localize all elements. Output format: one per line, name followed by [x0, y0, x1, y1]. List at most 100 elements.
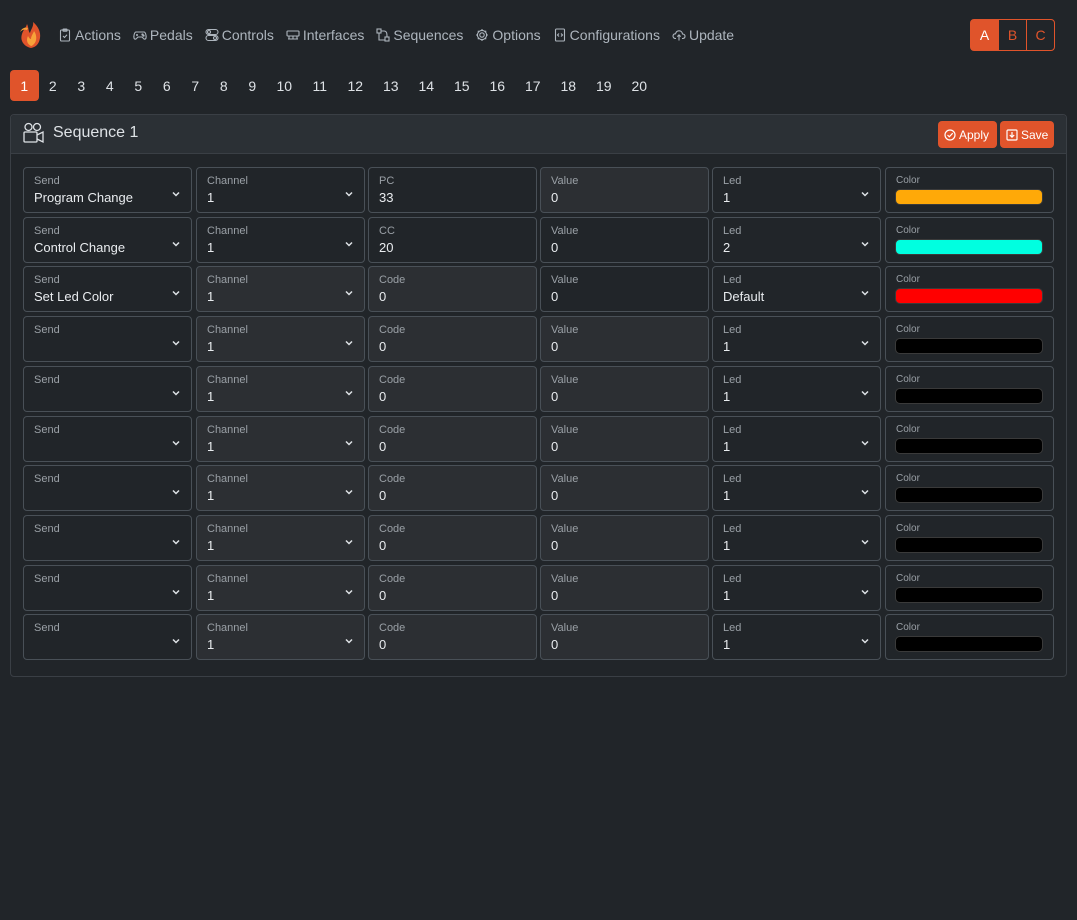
code-input[interactable]: Code 0: [368, 564, 537, 611]
page-link-8[interactable]: 8: [210, 70, 239, 101]
value-input[interactable]: Value 0: [540, 316, 709, 363]
channel-select[interactable]: Channel 1: [196, 564, 365, 611]
color-swatch[interactable]: [895, 238, 1043, 255]
channel-select[interactable]: Channel 1: [196, 465, 365, 512]
page-link-19[interactable]: 19: [586, 70, 622, 101]
color-picker[interactable]: Color: [885, 365, 1054, 412]
color-picker[interactable]: Color: [885, 216, 1054, 263]
phoenix-logo-icon[interactable]: [18, 21, 44, 49]
code-input[interactable]: Code 0: [368, 266, 537, 313]
value-input[interactable]: Value 0: [540, 465, 709, 512]
page-link-18[interactable]: 18: [551, 70, 587, 101]
send-select[interactable]: Send Program Change: [23, 167, 192, 213]
page-link-6[interactable]: 6: [153, 70, 182, 101]
led-select[interactable]: Led 1: [712, 564, 881, 611]
value-input[interactable]: Value 0: [540, 614, 709, 661]
color-swatch[interactable]: [895, 189, 1043, 205]
channel-select[interactable]: Channel 1: [196, 316, 365, 363]
color-picker[interactable]: Color: [885, 415, 1054, 462]
led-select[interactable]: Led 1: [712, 465, 881, 512]
code-input[interactable]: Code 0: [368, 514, 537, 561]
send-select[interactable]: Send Set Led Color: [23, 266, 192, 313]
color-swatch[interactable]: [895, 636, 1043, 653]
channel-select[interactable]: Channel 1: [196, 216, 365, 263]
value-input[interactable]: Value 0: [540, 167, 709, 213]
bank-button-b[interactable]: B: [998, 19, 1027, 51]
bank-button-a[interactable]: A: [970, 19, 999, 51]
nav-item-configurations[interactable]: Configurations: [553, 27, 660, 43]
send-select[interactable]: Send: [23, 614, 192, 661]
color-swatch[interactable]: [895, 536, 1043, 553]
value-input[interactable]: Value 0: [540, 216, 709, 263]
channel-select[interactable]: Channel 1: [196, 415, 365, 462]
led-select[interactable]: Led 1: [712, 365, 881, 412]
led-select[interactable]: Led 2: [712, 216, 881, 263]
color-picker[interactable]: Color: [885, 564, 1054, 611]
send-select[interactable]: Send: [23, 465, 192, 512]
channel-select[interactable]: Channel 1: [196, 266, 365, 313]
page-link-2[interactable]: 2: [39, 70, 68, 101]
page-link-1[interactable]: 1: [10, 70, 39, 101]
page-link-5[interactable]: 5: [124, 70, 153, 101]
led-select[interactable]: Led 1: [712, 514, 881, 561]
color-picker[interactable]: Color: [885, 167, 1054, 213]
color-picker[interactable]: Color: [885, 316, 1054, 363]
nav-item-interfaces[interactable]: Interfaces: [286, 27, 364, 43]
code-input[interactable]: CC 20: [368, 216, 537, 263]
page-link-10[interactable]: 10: [267, 70, 303, 101]
led-select[interactable]: Led Default: [712, 266, 881, 313]
apply-button[interactable]: Apply: [938, 121, 997, 148]
page-link-11[interactable]: 11: [302, 70, 338, 101]
page-link-13[interactable]: 13: [373, 70, 409, 101]
send-select[interactable]: Send: [23, 564, 192, 611]
save-button[interactable]: Save: [1000, 121, 1054, 148]
send-select[interactable]: Send: [23, 415, 192, 462]
page-link-20[interactable]: 20: [622, 70, 658, 101]
code-input[interactable]: PC 33: [368, 167, 537, 213]
color-picker[interactable]: Color: [885, 465, 1054, 512]
nav-item-options[interactable]: Options: [475, 27, 541, 43]
led-select[interactable]: Led 1: [712, 167, 881, 213]
led-select[interactable]: Led 1: [712, 415, 881, 462]
code-input[interactable]: Code 0: [368, 316, 537, 363]
color-swatch[interactable]: [895, 387, 1043, 404]
color-swatch[interactable]: [895, 487, 1043, 504]
page-link-17[interactable]: 17: [515, 70, 551, 101]
bank-button-c[interactable]: C: [1026, 19, 1055, 51]
code-input[interactable]: Code 0: [368, 614, 537, 661]
value-input[interactable]: Value 0: [540, 564, 709, 611]
send-select[interactable]: Send: [23, 316, 192, 363]
nav-item-sequences[interactable]: Sequences: [376, 27, 463, 43]
value-input[interactable]: Value 0: [540, 415, 709, 462]
code-input[interactable]: Code 0: [368, 365, 537, 412]
led-select[interactable]: Led 1: [712, 316, 881, 363]
page-link-12[interactable]: 12: [338, 70, 374, 101]
channel-select[interactable]: Channel 1: [196, 365, 365, 412]
page-link-7[interactable]: 7: [181, 70, 210, 101]
send-select[interactable]: Send: [23, 514, 192, 561]
channel-select[interactable]: Channel 1: [196, 614, 365, 661]
nav-item-controls[interactable]: Controls: [205, 27, 274, 43]
color-swatch[interactable]: [895, 586, 1043, 603]
value-input[interactable]: Value 0: [540, 514, 709, 561]
page-link-16[interactable]: 16: [480, 70, 516, 101]
color-picker[interactable]: Color: [885, 614, 1054, 661]
color-picker[interactable]: Color: [885, 266, 1054, 313]
channel-select[interactable]: Channel 1: [196, 514, 365, 561]
color-picker[interactable]: Color: [885, 514, 1054, 561]
page-link-3[interactable]: 3: [67, 70, 96, 101]
page-link-4[interactable]: 4: [96, 70, 125, 101]
send-select[interactable]: Send Control Change: [23, 216, 192, 263]
send-select[interactable]: Send: [23, 365, 192, 412]
page-link-9[interactable]: 9: [238, 70, 267, 101]
code-input[interactable]: Code 0: [368, 465, 537, 512]
color-swatch[interactable]: [895, 288, 1043, 305]
code-input[interactable]: Code 0: [368, 415, 537, 462]
page-link-15[interactable]: 15: [444, 70, 480, 101]
page-link-14[interactable]: 14: [409, 70, 445, 101]
led-select[interactable]: Led 1: [712, 614, 881, 661]
nav-item-update[interactable]: Update: [672, 27, 734, 43]
color-swatch[interactable]: [895, 437, 1043, 454]
channel-select[interactable]: Channel 1: [196, 167, 365, 213]
value-input[interactable]: Value 0: [540, 266, 709, 313]
